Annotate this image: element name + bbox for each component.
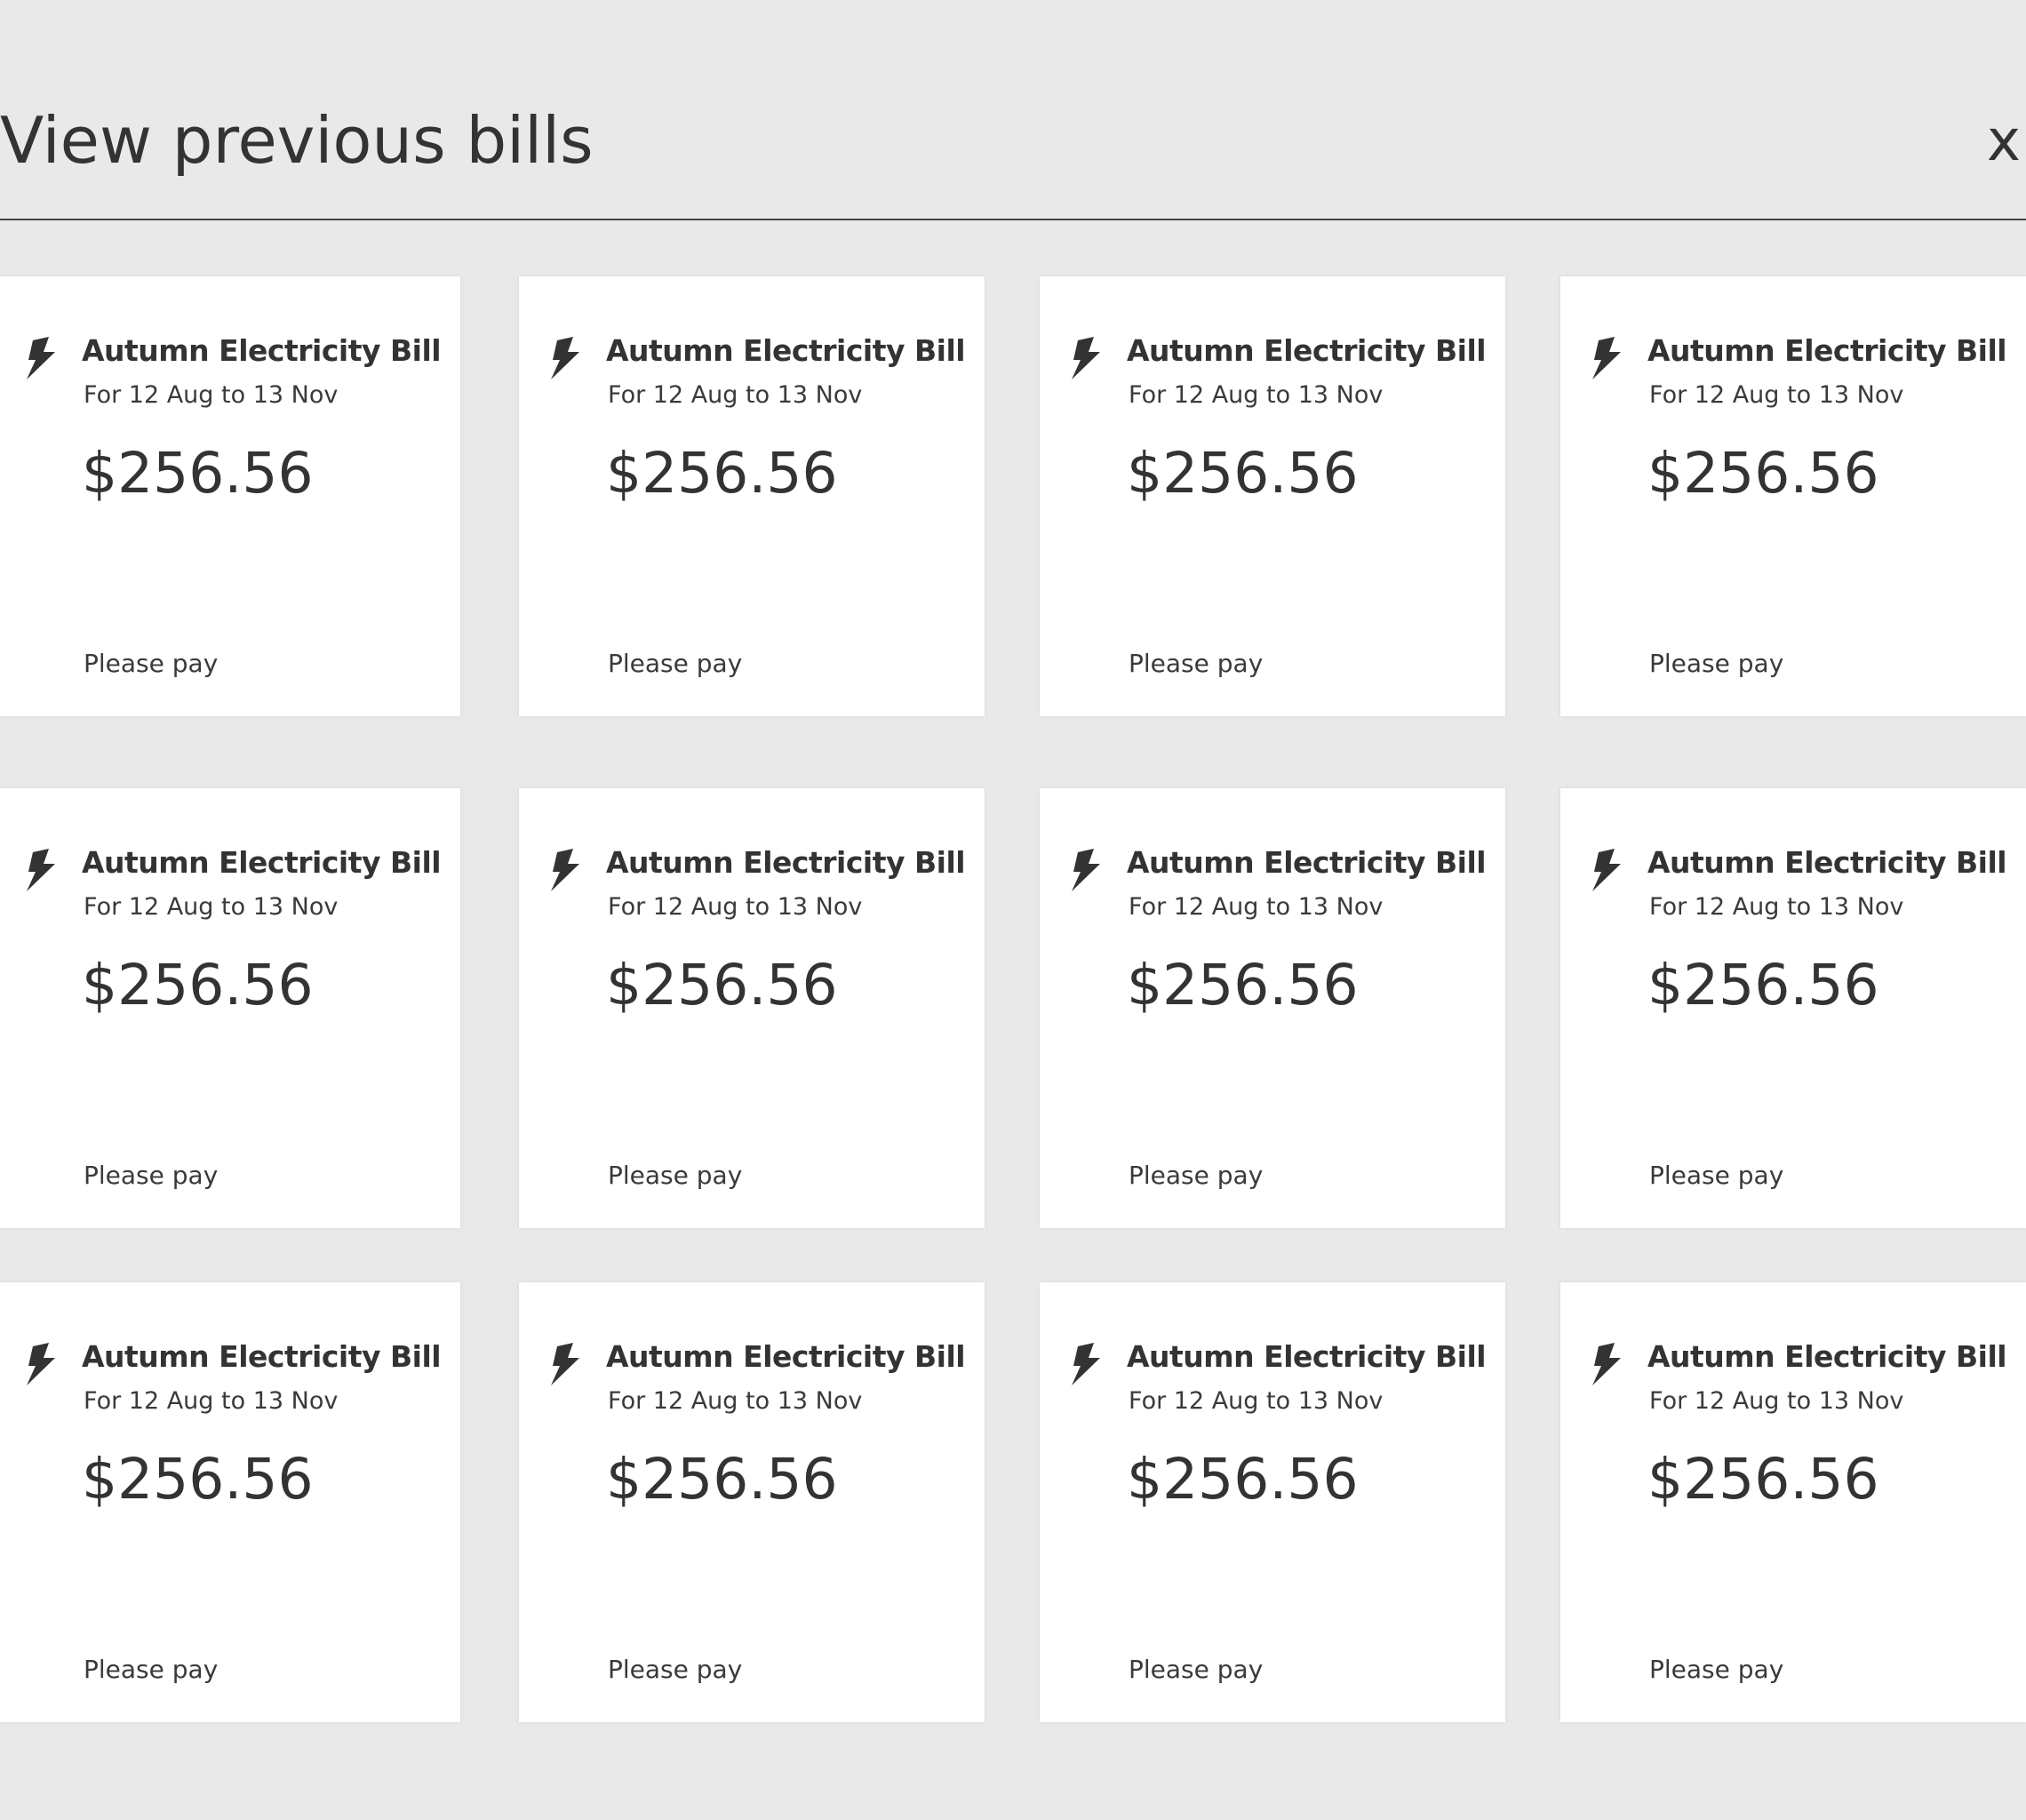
lightning-bolt-icon xyxy=(25,849,59,891)
bill-amount: $256.56 xyxy=(1127,1447,1359,1512)
lightning-bolt-icon xyxy=(549,849,583,891)
bill-title: Autumn Electricity Bill xyxy=(82,845,442,880)
lightning-bolt-icon xyxy=(549,1343,583,1385)
bills-grid: Autumn Electricity Bill For 12 Aug to 13… xyxy=(0,0,2026,1820)
bill-period: For 12 Aug to 13 Nov xyxy=(608,381,863,409)
bill-amount: $256.56 xyxy=(1127,953,1359,1018)
bill-period: For 12 Aug to 13 Nov xyxy=(84,381,339,409)
lightning-bolt-icon xyxy=(25,337,59,379)
bill-amount: $256.56 xyxy=(1647,1447,1879,1512)
bill-status: Please pay xyxy=(84,649,219,678)
bill-amount: $256.56 xyxy=(82,1447,314,1512)
bill-status: Please pay xyxy=(1649,649,1784,678)
bill-period: For 12 Aug to 13 Nov xyxy=(84,893,339,921)
bill-title: Autumn Electricity Bill xyxy=(82,1339,442,1374)
bill-period: For 12 Aug to 13 Nov xyxy=(1649,1387,1904,1415)
bill-card[interactable]: Autumn Electricity Bill For 12 Aug to 13… xyxy=(1040,276,1505,716)
bill-amount: $256.56 xyxy=(1647,441,1879,506)
bill-title: Autumn Electricity Bill xyxy=(606,1339,966,1374)
bill-amount: $256.56 xyxy=(606,441,838,506)
bill-period: For 12 Aug to 13 Nov xyxy=(1649,381,1904,409)
bill-card[interactable]: Autumn Electricity Bill For 12 Aug to 13… xyxy=(1040,1282,1505,1722)
bill-title: Autumn Electricity Bill xyxy=(1127,333,1487,368)
bill-status: Please pay xyxy=(1129,1161,1264,1190)
bill-card[interactable]: Autumn Electricity Bill For 12 Aug to 13… xyxy=(0,1282,460,1722)
bill-title: Autumn Electricity Bill xyxy=(1647,845,2007,880)
bill-amount: $256.56 xyxy=(1647,953,1879,1018)
bill-card[interactable]: Autumn Electricity Bill For 12 Aug to 13… xyxy=(0,788,460,1228)
lightning-bolt-icon xyxy=(549,337,583,379)
bill-title: Autumn Electricity Bill xyxy=(606,333,966,368)
bill-status: Please pay xyxy=(1649,1655,1784,1684)
bill-title: Autumn Electricity Bill xyxy=(1127,845,1487,880)
bill-period: For 12 Aug to 13 Nov xyxy=(608,893,863,921)
bill-status: Please pay xyxy=(84,1161,219,1190)
lightning-bolt-icon xyxy=(1070,337,1104,379)
bill-amount: $256.56 xyxy=(606,953,838,1018)
lightning-bolt-icon xyxy=(1070,849,1104,891)
bill-status: Please pay xyxy=(1129,649,1264,678)
bill-period: For 12 Aug to 13 Nov xyxy=(1129,1387,1384,1415)
bill-status: Please pay xyxy=(608,1655,743,1684)
bill-period: For 12 Aug to 13 Nov xyxy=(1129,893,1384,921)
bill-amount: $256.56 xyxy=(82,441,314,506)
bill-card[interactable]: Autumn Electricity Bill For 12 Aug to 13… xyxy=(0,276,460,716)
bill-title: Autumn Electricity Bill xyxy=(1127,1339,1487,1374)
bill-card[interactable]: Autumn Electricity Bill For 12 Aug to 13… xyxy=(1040,788,1505,1228)
bill-period: For 12 Aug to 13 Nov xyxy=(1649,893,1904,921)
bill-period: For 12 Aug to 13 Nov xyxy=(608,1387,863,1415)
bill-card[interactable]: Autumn Electricity Bill For 12 Aug to 13… xyxy=(519,788,985,1228)
lightning-bolt-icon xyxy=(1591,1343,1624,1385)
bill-card[interactable]: Autumn Electricity Bill For 12 Aug to 13… xyxy=(519,1282,985,1722)
bill-amount: $256.56 xyxy=(82,953,314,1018)
bill-card[interactable]: Autumn Electricity Bill For 12 Aug to 13… xyxy=(1560,1282,2026,1722)
bill-status: Please pay xyxy=(1129,1655,1264,1684)
lightning-bolt-icon xyxy=(1591,849,1624,891)
bill-amount: $256.56 xyxy=(606,1447,838,1512)
bill-card[interactable]: Autumn Electricity Bill For 12 Aug to 13… xyxy=(1560,276,2026,716)
bill-status: Please pay xyxy=(84,1655,219,1684)
lightning-bolt-icon xyxy=(1070,1343,1104,1385)
bill-card[interactable]: Autumn Electricity Bill For 12 Aug to 13… xyxy=(1560,788,2026,1228)
bill-period: For 12 Aug to 13 Nov xyxy=(1129,381,1384,409)
bill-title: Autumn Electricity Bill xyxy=(606,845,966,880)
bill-title: Autumn Electricity Bill xyxy=(1647,333,2007,368)
bill-title: Autumn Electricity Bill xyxy=(1647,1339,2007,1374)
bill-status: Please pay xyxy=(1649,1161,1784,1190)
bill-card[interactable]: Autumn Electricity Bill For 12 Aug to 13… xyxy=(519,276,985,716)
bill-status: Please pay xyxy=(608,1161,743,1190)
lightning-bolt-icon xyxy=(25,1343,59,1385)
bill-status: Please pay xyxy=(608,649,743,678)
bill-amount: $256.56 xyxy=(1127,441,1359,506)
lightning-bolt-icon xyxy=(1591,337,1624,379)
bill-period: For 12 Aug to 13 Nov xyxy=(84,1387,339,1415)
bill-title: Autumn Electricity Bill xyxy=(82,333,442,368)
